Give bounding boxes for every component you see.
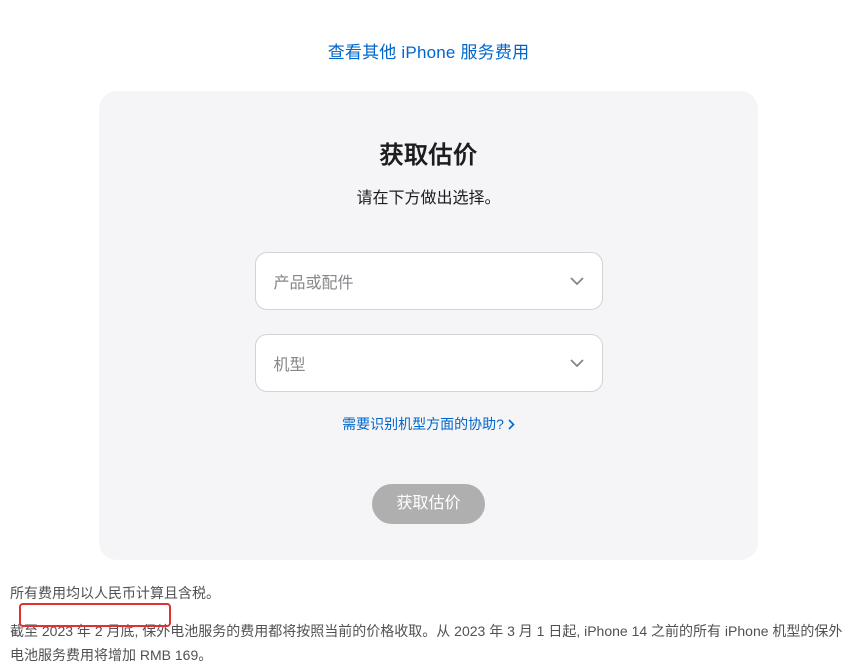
chevron-down-icon [570, 356, 584, 370]
footer-text: 所有费用均以人民币计算且含税。 截至 2023 年 2 月底, 保外电池服务的费… [0, 560, 857, 667]
product-select-placeholder: 产品或配件 [274, 269, 354, 293]
top-link-container: 查看其他 iPhone 服务费用 [0, 0, 857, 91]
footer-line-1: 所有费用均以人民币计算且含税。 [10, 582, 847, 606]
product-select[interactable]: 产品或配件 [255, 252, 603, 310]
model-select-placeholder: 机型 [274, 351, 306, 375]
footer-line-2: 截至 2023 年 2 月底, 保外电池服务的费用都将按照当前的价格收取。从 2… [10, 620, 847, 667]
card-title: 获取估价 [139, 135, 718, 170]
product-select-wrap: 产品或配件 [255, 252, 603, 310]
estimate-card: 获取估价 请在下方做出选择。 产品或配件 机型 需要识别机型方面的协助? 获取估… [99, 91, 758, 560]
model-select-wrap: 机型 [255, 334, 603, 392]
help-link-label: 需要识别机型方面的协助? [342, 414, 504, 434]
button-row: 获取估价 [139, 484, 718, 524]
card-subtitle: 请在下方做出选择。 [139, 184, 718, 208]
model-select[interactable]: 机型 [255, 334, 603, 392]
chevron-right-icon [508, 419, 515, 430]
get-estimate-button[interactable]: 获取估价 [372, 484, 484, 524]
other-services-link[interactable]: 查看其他 iPhone 服务费用 [328, 43, 530, 62]
chevron-down-icon [570, 274, 584, 288]
identify-model-help-link[interactable]: 需要识别机型方面的协助? [342, 414, 515, 434]
